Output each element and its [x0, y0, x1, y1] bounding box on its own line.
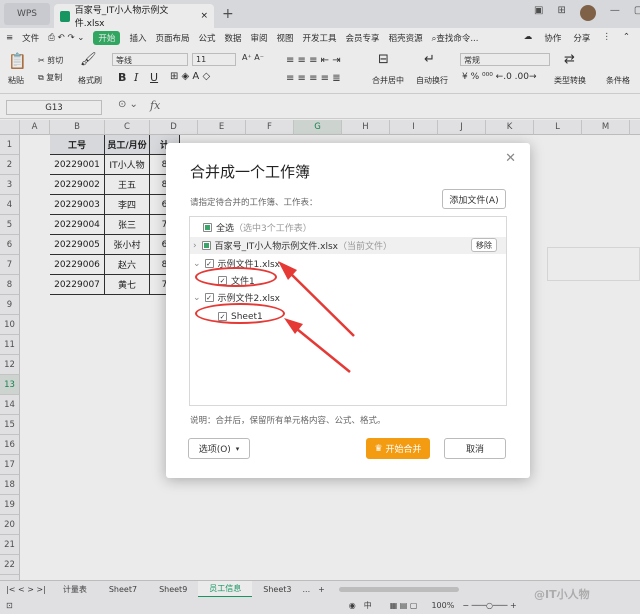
arrow-line-2 — [291, 324, 351, 373]
annotation-arrows — [278, 261, 355, 373]
